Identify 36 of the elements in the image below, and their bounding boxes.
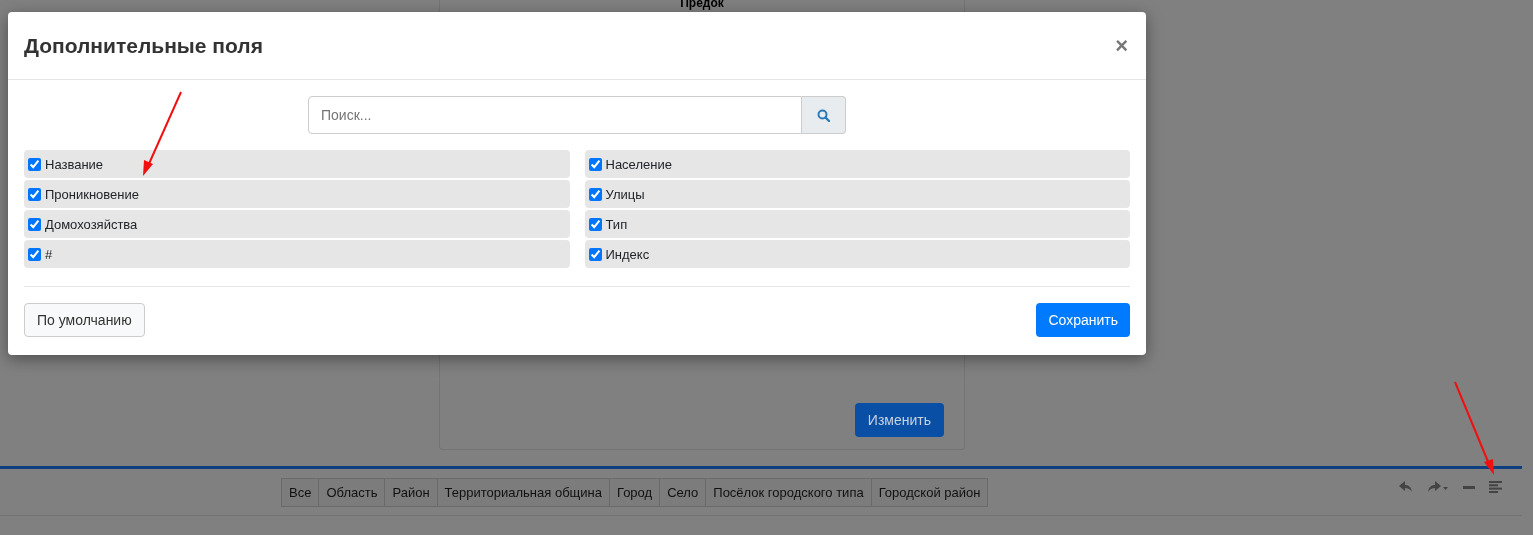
filter-tab[interactable]: Район [384,477,438,507]
search-icon [817,108,830,122]
field-label: Улицы [605,186,645,202]
checkbox[interactable] [588,187,602,201]
filter-tab[interactable]: Все [281,477,320,507]
redo-icon[interactable] [1427,481,1449,493]
field-label: Население [605,156,672,172]
checkbox[interactable] [28,247,41,261]
save-button[interactable]: Сохранить [1036,303,1130,337]
search-field[interactable]: Поиск... [308,96,802,134]
checkbox[interactable] [28,217,41,231]
undo-icon[interactable] [1399,481,1413,493]
field-label: Домохозяйства [45,216,138,232]
checkbox[interactable] [588,157,602,171]
field-label: Проникновение [45,186,139,202]
filter-tab[interactable]: Городской район [870,477,989,507]
field-label: Индекс [605,246,650,262]
filter-tab[interactable]: Территориальная община [436,477,610,507]
field-label: Тип [605,216,628,232]
field-label: Название [45,156,104,172]
checkbox[interactable] [28,187,41,201]
align-left-icon[interactable] [1489,481,1502,493]
search-button[interactable] [802,96,846,134]
checkbox[interactable] [588,247,602,261]
filter-tab[interactable]: Город [608,477,661,507]
edit-button[interactable]: Изменить [854,403,944,437]
modal-title: Дополнительные поля [24,33,263,58]
filter-tab[interactable]: Посёлок городского типа [705,477,872,507]
minus-icon[interactable] [1463,485,1475,489]
filter-tab[interactable]: Область [318,477,386,507]
default-button[interactable]: По умолчанию [24,303,145,337]
close-button[interactable]: × [1113,32,1130,59]
filter-tab[interactable]: Село [659,477,707,507]
checkbox[interactable] [588,217,602,231]
checkbox[interactable] [28,157,41,171]
field-label: # [45,246,53,262]
